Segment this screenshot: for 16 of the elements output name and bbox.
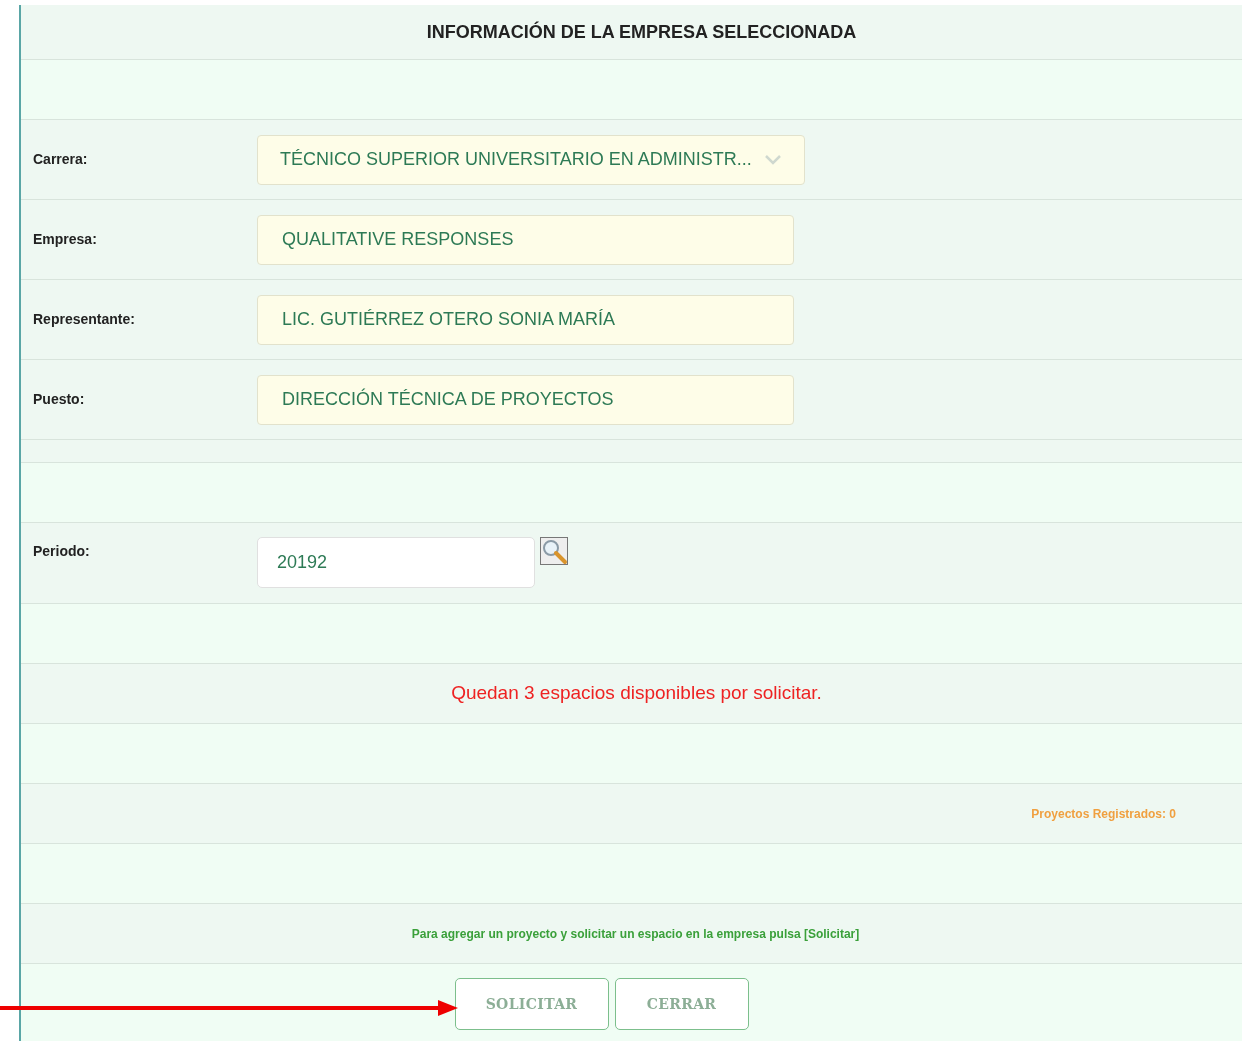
chevron-down-icon — [764, 153, 782, 166]
field-label: Representante: — [32, 310, 136, 329]
field-label: Carrera: — [32, 150, 89, 169]
input-field[interactable]: LIC. GUTIÉRREZ OTERO SONIA MARÍA — [257, 294, 794, 345]
instruction-text: Para agregar un proyecto y solicitar un espacio en la empresa pulsa [Solicitar] — [411, 925, 860, 943]
registered-projects-count: Proyectos Registrados: 0 — [1031, 805, 1176, 823]
field-label: Periodo: — [32, 542, 91, 561]
select-field[interactable]: TÉCNICO SUPERIOR UNIVERSITARIO EN ADMINISTR... — [257, 134, 805, 185]
availability-message: Quedan 3 espacios disponibles por solicitar. — [451, 681, 822, 706]
field-label: Puesto: — [32, 390, 86, 409]
input-field[interactable]: DIRECCIÓN TÉCNICA DE PROYECTOS — [257, 374, 794, 425]
section-title: INFORMACIÓN DE LA EMPRESA SELECCIONADA — [426, 20, 857, 44]
field-label: Empresa: — [32, 230, 98, 249]
search-icon[interactable] — [540, 537, 568, 565]
input-field[interactable]: QUALITATIVE RESPONSES — [257, 214, 794, 265]
input-field[interactable]: 20192 — [257, 537, 535, 588]
